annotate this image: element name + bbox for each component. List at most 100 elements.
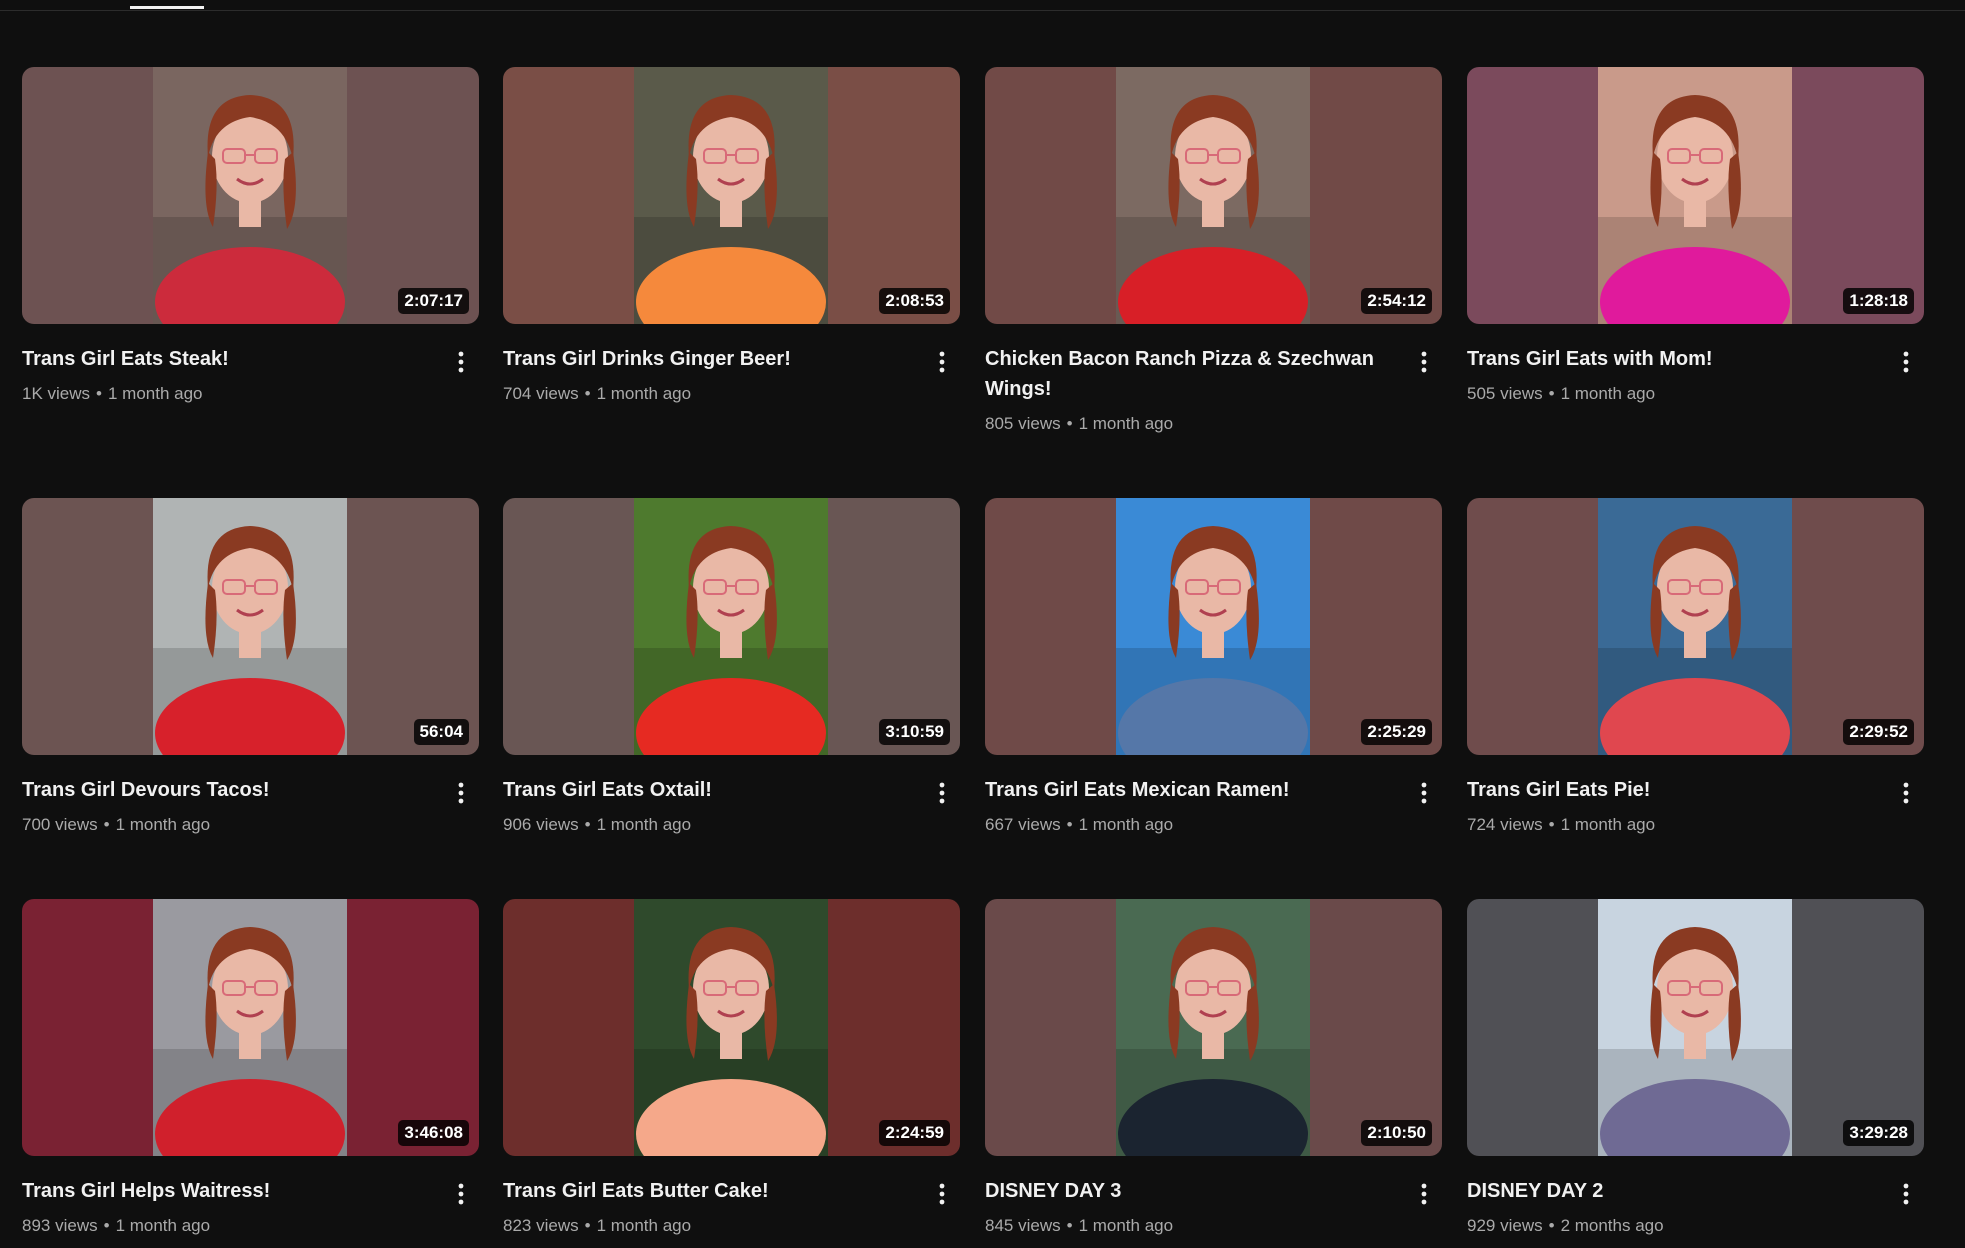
video-metadata: 505 views • 1 month ago: [1467, 382, 1924, 406]
separator-dot: •: [584, 1216, 591, 1235]
separator-dot: •: [1066, 414, 1073, 433]
video-details: Chicken Bacon Ranch Pizza & Szechwan Win…: [985, 344, 1442, 436]
upload-age: 1 month ago: [1560, 815, 1656, 834]
upload-age: 1 month ago: [1078, 815, 1174, 834]
view-count: 893 views: [22, 1216, 98, 1235]
video-card[interactable]: 3:46:08 Trans Girl Helps Waitress! 893 v…: [22, 899, 479, 1248]
video-metadata: 700 views • 1 month ago: [22, 813, 479, 837]
separator-dot: •: [584, 815, 591, 834]
video-details: Trans Girl Eats Pie! 724 views • 1 month a…: [1467, 775, 1924, 837]
video-card[interactable]: 2:24:59 Trans Girl Eats Butter Cake! 823…: [503, 899, 960, 1248]
video-title[interactable]: Chicken Bacon Ranch Pizza & Szechwan Win…: [985, 344, 1395, 404]
video-card[interactable]: 1:28:18 Trans Girl Eats with Mom! 505 vi…: [1467, 67, 1924, 437]
separator-dot: •: [1548, 1216, 1555, 1235]
more-actions-button[interactable]: [443, 775, 479, 811]
video-title[interactable]: Trans Girl Drinks Ginger Beer!: [503, 344, 913, 374]
video-thumbnail[interactable]: 2:07:17: [22, 67, 479, 324]
video-metadata: 704 views • 1 month ago: [503, 382, 960, 406]
more-actions-button[interactable]: [1406, 344, 1442, 380]
video-metadata: 893 views • 1 month ago: [22, 1214, 479, 1238]
more-actions-button[interactable]: [443, 344, 479, 380]
vertical-ellipsis-icon: [1421, 782, 1427, 804]
video-title[interactable]: Trans Girl Eats with Mom!: [1467, 344, 1877, 374]
video-duration-badge: 3:46:08: [398, 1120, 469, 1146]
vertical-ellipsis-icon: [458, 1183, 464, 1205]
video-title[interactable]: Trans Girl Eats Pie!: [1467, 775, 1877, 805]
video-thumbnail[interactable]: 3:10:59: [503, 498, 960, 755]
video-title[interactable]: DISNEY DAY 3: [985, 1176, 1395, 1206]
more-actions-button[interactable]: [1888, 775, 1924, 811]
thumbnail-image: [153, 498, 347, 755]
video-title[interactable]: DISNEY DAY 2: [1467, 1176, 1877, 1206]
video-card[interactable]: 56:04 Trans Girl Devours Tacos! 700 view…: [22, 498, 479, 868]
video-thumbnail[interactable]: 3:46:08: [22, 899, 479, 1156]
video-thumbnail[interactable]: 2:29:52: [1467, 498, 1924, 755]
more-actions-button[interactable]: [924, 775, 960, 811]
video-card[interactable]: 2:54:12 Chicken Bacon Ranch Pizza & Szec…: [985, 67, 1442, 437]
video-title[interactable]: Trans Girl Eats Mexican Ramen!: [985, 775, 1395, 805]
video-details: Trans Girl Eats Butter Cake! 823 views • 1…: [503, 1176, 960, 1238]
video-card[interactable]: 2:10:50 DISNEY DAY 3 845 views • 1 month a…: [985, 899, 1442, 1248]
video-metadata: 667 views • 1 month ago: [985, 813, 1442, 837]
upload-age: 1 month ago: [1560, 384, 1656, 403]
video-title[interactable]: Trans Girl Eats Butter Cake!: [503, 1176, 913, 1206]
view-count: 805 views: [985, 414, 1061, 433]
thumbnail-image: [1598, 899, 1792, 1156]
video-title[interactable]: Trans Girl Eats Oxtail!: [503, 775, 913, 805]
video-thumbnail[interactable]: 1:28:18: [1467, 67, 1924, 324]
view-count: 704 views: [503, 384, 579, 403]
video-thumbnail[interactable]: 56:04: [22, 498, 479, 755]
video-row: 3:46:08 Trans Girl Helps Waitress! 893 v…: [22, 899, 1947, 1248]
more-actions-button[interactable]: [1888, 344, 1924, 380]
vertical-ellipsis-icon: [458, 351, 464, 373]
video-card[interactable]: 2:07:17 Trans Girl Eats Steak! 1K views •…: [22, 67, 479, 437]
vertical-ellipsis-icon: [939, 351, 945, 373]
vertical-ellipsis-icon: [458, 782, 464, 804]
view-count: 724 views: [1467, 815, 1543, 834]
video-card[interactable]: 2:25:29 Trans Girl Eats Mexican Ramen! 6…: [985, 498, 1442, 868]
view-count: 906 views: [503, 815, 579, 834]
separator-dot: •: [1548, 384, 1555, 403]
more-actions-button[interactable]: [924, 344, 960, 380]
video-title[interactable]: Trans Girl Eats Steak!: [22, 344, 432, 374]
video-thumbnail[interactable]: 2:10:50: [985, 899, 1442, 1156]
thumbnail-image: [1116, 498, 1310, 755]
thumbnail-image: [1116, 67, 1310, 324]
video-duration-badge: 2:25:29: [1361, 719, 1432, 745]
video-card[interactable]: 2:29:52 Trans Girl Eats Pie! 724 views • 1…: [1467, 498, 1924, 868]
video-metadata: 724 views • 1 month ago: [1467, 813, 1924, 837]
video-card[interactable]: 3:29:28 DISNEY DAY 2 929 views • 2 months …: [1467, 899, 1924, 1248]
video-details: Trans Girl Devours Tacos! 700 views • 1 mo…: [22, 775, 479, 837]
video-details: Trans Girl Helps Waitress! 893 views • 1 m…: [22, 1176, 479, 1238]
more-actions-button[interactable]: [1406, 775, 1442, 811]
active-tab-indicator: [130, 6, 204, 9]
video-thumbnail[interactable]: 3:29:28: [1467, 899, 1924, 1156]
channel-tab-bar: [0, 0, 1965, 11]
video-title[interactable]: Trans Girl Devours Tacos!: [22, 775, 432, 805]
video-duration-badge: 2:07:17: [398, 288, 469, 314]
video-duration-badge: 2:24:59: [879, 1120, 950, 1146]
view-count: 700 views: [22, 815, 98, 834]
video-card[interactable]: 2:08:53 Trans Girl Drinks Ginger Beer! 7…: [503, 67, 960, 437]
thumbnail-image: [1598, 67, 1792, 324]
video-thumbnail[interactable]: 2:25:29: [985, 498, 1442, 755]
thumbnail-image: [1116, 899, 1310, 1156]
video-duration-badge: 2:29:52: [1843, 719, 1914, 745]
video-thumbnail[interactable]: 2:24:59: [503, 899, 960, 1156]
more-actions-button[interactable]: [1888, 1176, 1924, 1212]
video-title[interactable]: Trans Girl Helps Waitress!: [22, 1176, 432, 1206]
video-duration-badge: 1:28:18: [1843, 288, 1914, 314]
more-actions-button[interactable]: [924, 1176, 960, 1212]
upload-age: 1 month ago: [115, 1216, 211, 1235]
thumbnail-image: [153, 67, 347, 324]
video-metadata: 845 views • 1 month ago: [985, 1214, 1442, 1238]
more-actions-button[interactable]: [1406, 1176, 1442, 1212]
video-card[interactable]: 3:10:59 Trans Girl Eats Oxtail! 906 view…: [503, 498, 960, 868]
video-details: Trans Girl Eats Steak! 1K views • 1 month …: [22, 344, 479, 406]
video-duration-badge: 3:10:59: [879, 719, 950, 745]
more-actions-button[interactable]: [443, 1176, 479, 1212]
video-thumbnail[interactable]: 2:54:12: [985, 67, 1442, 324]
upload-age: 1 month ago: [596, 384, 692, 403]
video-thumbnail[interactable]: 2:08:53: [503, 67, 960, 324]
video-metadata: 823 views • 1 month ago: [503, 1214, 960, 1238]
